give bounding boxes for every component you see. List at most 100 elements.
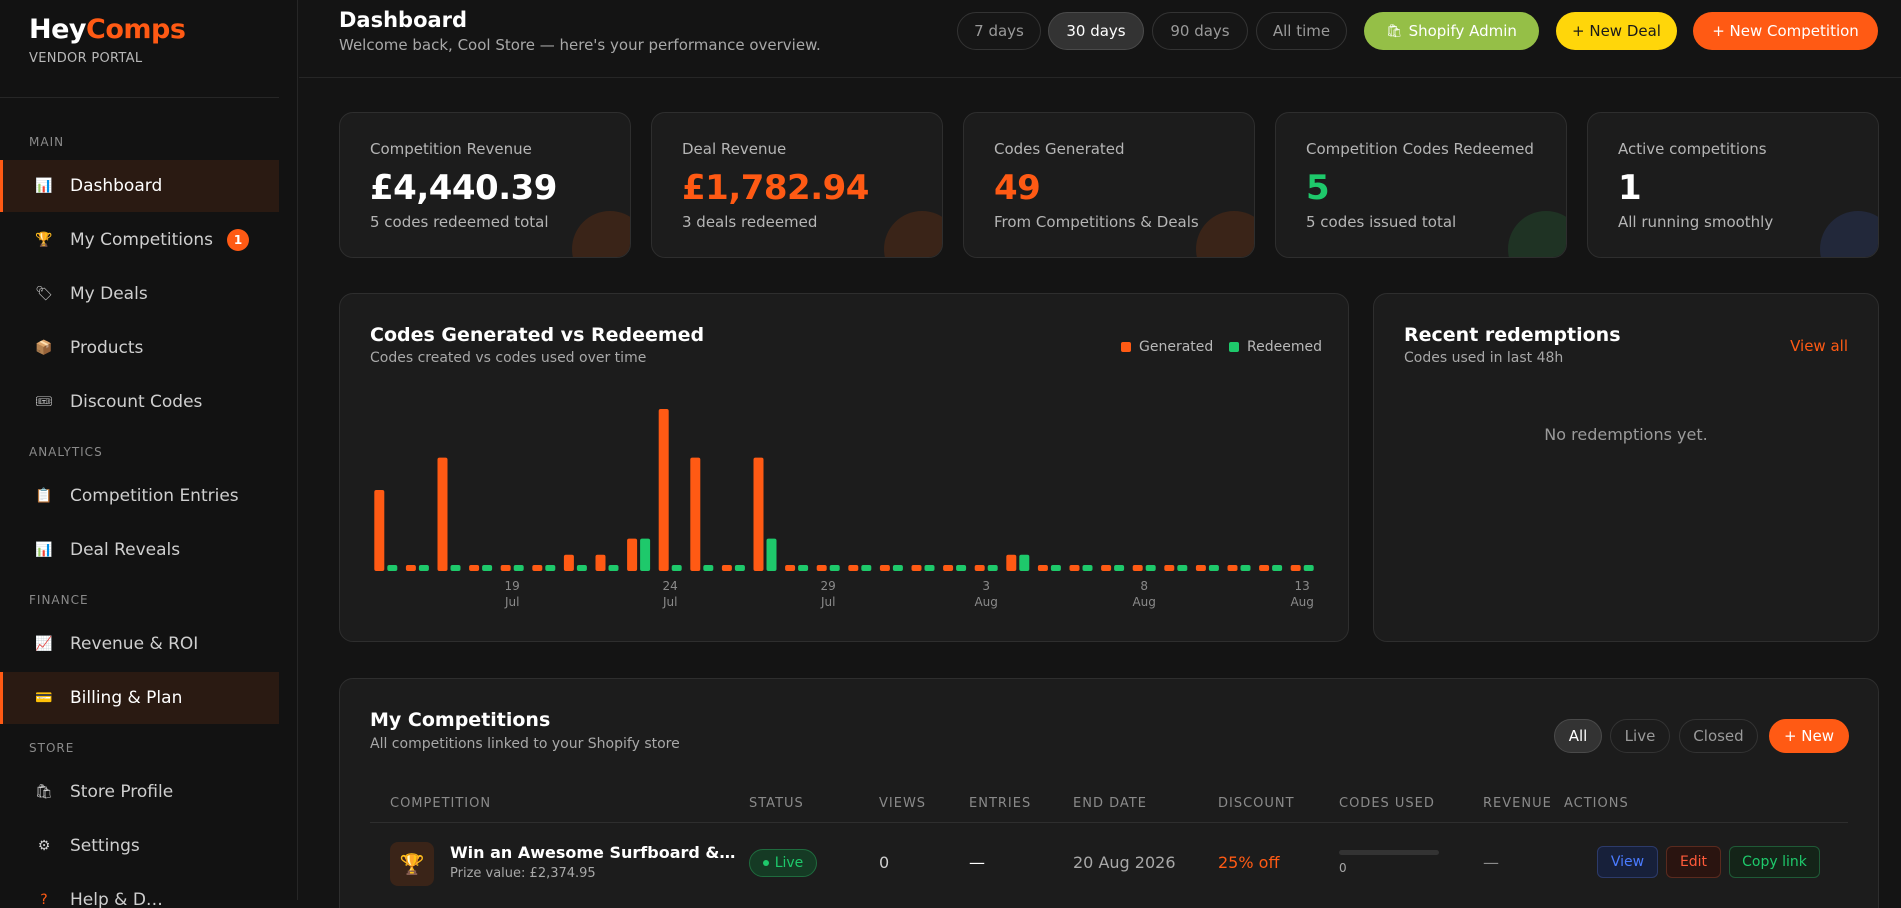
sidebar-item-discount-codes[interactable]: 🎟 Discount Codes: [0, 376, 279, 428]
competition-name[interactable]: Win an Awesome Surfboard &…: [450, 843, 735, 862]
recent-subtitle: Codes used in last 48h: [1404, 350, 1564, 366]
bar-redeemed: [1114, 565, 1125, 571]
bar-generated: [1195, 565, 1206, 571]
column-header-codes-used: CODES USED: [1339, 796, 1435, 811]
stat-value: 1: [1618, 168, 1642, 208]
filter-all[interactable]: All: [1554, 719, 1602, 753]
range-90-days-button[interactable]: 90 days: [1152, 12, 1248, 50]
sidebar-item-label: Competition Entries: [70, 486, 239, 506]
sidebar-item-help[interactable]: ? Help & D…: [0, 874, 279, 908]
entries-value: —: [969, 853, 985, 872]
x-tick-day-label: 8: [1140, 579, 1148, 593]
decorative-circle: [1820, 211, 1878, 257]
store-icon: 🛍: [35, 784, 53, 800]
ticket-icon: 🎟: [35, 394, 53, 410]
column-header-competition: COMPETITION: [390, 796, 492, 811]
sidebar-item-my-deals[interactable]: 🏷 My Deals: [0, 268, 279, 320]
section-label-main: MAIN: [29, 135, 65, 149]
sidebar-item-dashboard[interactable]: 📊 Dashboard: [0, 160, 279, 212]
sidebar-item-label: My Competitions: [70, 230, 214, 250]
views-value: 0: [879, 853, 890, 872]
stat-label: Competition Revenue: [370, 140, 532, 158]
bar-chart-icon: 📊: [35, 178, 53, 194]
recent-title: Recent redemptions: [1404, 324, 1621, 346]
view-all-link[interactable]: View all: [1790, 337, 1848, 355]
sidebar-item-deal-reveals[interactable]: 📊 Deal Reveals: [0, 524, 279, 576]
bar-redeemed: [1050, 565, 1061, 571]
bar-redeemed: [1145, 565, 1156, 571]
column-header-entries: ENTRIES: [969, 796, 1032, 811]
sidebar-item-products[interactable]: 📦 Products: [0, 322, 279, 374]
section-label-analytics: ANALYTICS: [29, 445, 103, 459]
range-all-time-button[interactable]: All time: [1256, 12, 1347, 50]
edit-button[interactable]: Edit: [1666, 846, 1721, 878]
shopify-admin-button[interactable]: 🛍 Shopify Admin: [1364, 12, 1539, 50]
recent-redemptions-panel: Recent redemptions Codes used in last 48…: [1373, 293, 1879, 642]
bar-redeemed: [956, 565, 967, 571]
sidebar-item-my-competitions[interactable]: 🏆 My Competitions 1: [0, 214, 279, 266]
sidebar-item-billing-plan[interactable]: 💳 Billing & Plan: [0, 672, 279, 724]
bar-redeemed: [1082, 565, 1093, 571]
brand-logo[interactable]: HeyComps: [29, 14, 186, 45]
bar-redeemed: [545, 565, 556, 571]
clipboard-icon: 📋: [35, 488, 53, 504]
filter-closed[interactable]: Closed: [1679, 719, 1758, 753]
bar-redeemed: [576, 565, 587, 571]
revenue-value: —: [1483, 853, 1499, 872]
bar-generated: [753, 457, 764, 571]
sidebar-item-label: Settings: [70, 836, 140, 856]
bar-redeemed: [1019, 554, 1030, 571]
new-deal-button[interactable]: + New Deal: [1556, 12, 1677, 50]
decorative-circle: [884, 211, 942, 257]
x-tick-month-label: Jul: [820, 595, 835, 609]
bar-generated: [1227, 565, 1238, 571]
range-30-days-button[interactable]: 30 days: [1048, 12, 1144, 50]
stat-sub: 3 deals redeemed: [682, 213, 818, 231]
filter-live[interactable]: Live: [1610, 719, 1670, 753]
new-competition-small-button[interactable]: + New: [1769, 719, 1849, 753]
stat-sub: 5 codes issued total: [1306, 213, 1457, 231]
bar-generated: [911, 565, 922, 571]
sidebar-item-settings[interactable]: ⚙ Settings: [0, 820, 279, 872]
bar-redeemed: [482, 565, 493, 571]
bar-generated: [500, 565, 511, 571]
sidebar-item-store-profile[interactable]: 🛍 Store Profile: [0, 766, 279, 818]
sidebar-item-label: Discount Codes: [70, 392, 203, 412]
bar-redeemed: [1208, 565, 1219, 571]
bar-generated: [1037, 565, 1048, 571]
x-tick-month-label: Jul: [662, 595, 677, 609]
section-label-store: STORE: [29, 741, 75, 755]
column-header-actions: ACTIONS: [1564, 796, 1629, 811]
status-badge: Live: [749, 849, 817, 877]
sidebar-item-label: Billing & Plan: [70, 688, 183, 708]
bar-generated: [848, 565, 859, 571]
column-header-views: VIEWS: [879, 796, 927, 811]
status-label: Live: [774, 855, 804, 871]
bar-generated: [437, 457, 448, 571]
bar-redeemed: [450, 565, 461, 571]
x-tick-day-label: 24: [663, 579, 678, 593]
x-tick-day-label: 29: [821, 579, 836, 593]
bar-generated: [532, 565, 543, 571]
page-title: Dashboard: [339, 8, 468, 32]
stat-card-codes-generated: Codes Generated 49 From Competitions & D…: [963, 112, 1255, 258]
stat-card-competition-revenue: Competition Revenue £4,440.39 5 codes re…: [339, 112, 631, 258]
bar-generated: [1290, 565, 1301, 571]
sidebar-item-competition-entries[interactable]: 📋 Competition Entries: [0, 470, 279, 522]
bar-redeemed: [387, 565, 398, 571]
decorative-circle: [1196, 211, 1254, 257]
status-dot-icon: [762, 860, 769, 866]
copy-link-button[interactable]: Copy link: [1729, 846, 1820, 878]
bar-generated: [721, 565, 732, 571]
new-competition-button[interactable]: + New Competition: [1693, 12, 1878, 50]
sidebar-item-revenue-roi[interactable]: 📈 Revenue & ROI: [0, 618, 279, 670]
stat-label: Codes Generated: [994, 140, 1125, 158]
bar-generated: [1259, 565, 1270, 571]
bar-redeemed: [892, 565, 903, 571]
view-button[interactable]: View: [1597, 846, 1658, 878]
range-7-days-button[interactable]: 7 days: [957, 12, 1041, 50]
chart-panel: Codes Generated vs Redeemed Codes create…: [339, 293, 1349, 642]
stat-card-deal-revenue: Deal Revenue £1,782.94 3 deals redeemed: [651, 112, 943, 258]
brand-subtitle: VENDOR PORTAL: [29, 51, 143, 66]
x-tick-month-label: Aug: [1132, 595, 1155, 609]
